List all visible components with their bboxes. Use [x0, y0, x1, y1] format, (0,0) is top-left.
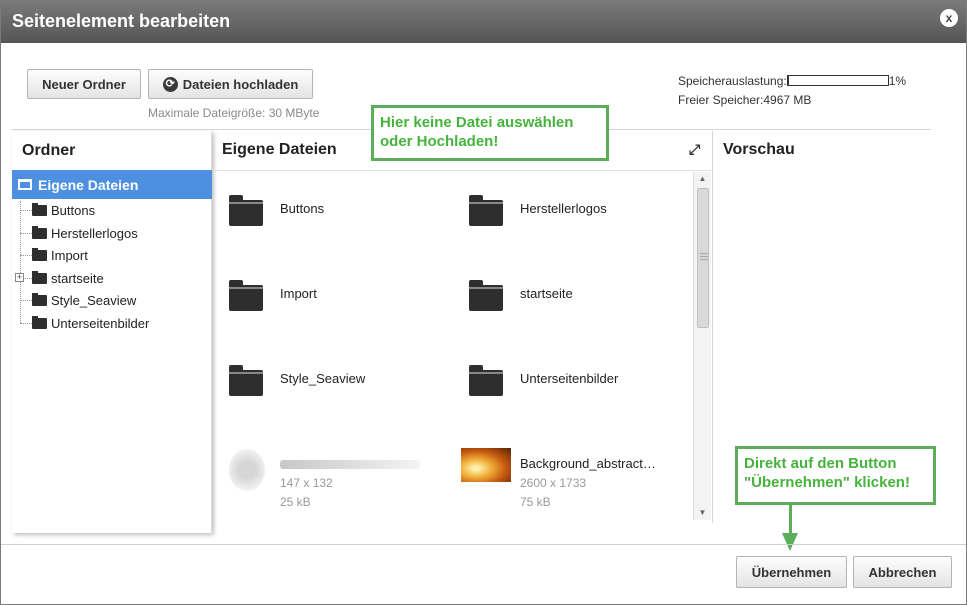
- storage-usage-fill: [787, 76, 789, 85]
- file-grid: Buttons Herstellerlogos Import startseit…: [215, 172, 693, 520]
- folder-icon: [32, 247, 47, 261]
- annotation-arrow-down-icon: [782, 533, 798, 551]
- file-size: 25 kB: [280, 495, 311, 509]
- main-header-divider: [215, 170, 711, 171]
- annotation-line: oder Hochladen!: [380, 133, 499, 150]
- cancel-button[interactable]: Abbrechen: [853, 556, 952, 588]
- upload-refresh-icon: ⟳: [162, 76, 178, 92]
- upload-files-label: Dateien hochladen: [182, 76, 299, 92]
- annotation-line: Direkt auf den Button: [744, 455, 897, 472]
- folder-icon: [32, 315, 47, 329]
- file-manager-dialog: Seitenelement bearbeiten x Neuer Ordner …: [0, 0, 967, 605]
- folder-item-import[interactable]: Import: [215, 257, 445, 327]
- folder-name: Buttons: [280, 201, 325, 216]
- file-dimensions: 147 x 132: [280, 476, 333, 490]
- tree-root-eigene-dateien[interactable]: Eigene Dateien: [12, 170, 212, 199]
- blurred-file-name: [280, 460, 420, 469]
- upload-files-button[interactable]: ⟳ Dateien hochladen: [148, 69, 313, 99]
- annotation-top-note: Hier keine Datei auswählen oder Hochlade…: [371, 105, 609, 161]
- folder-item-startseite[interactable]: startseite: [455, 257, 685, 327]
- folder-icon: [32, 270, 47, 284]
- preview-divider: [712, 131, 713, 523]
- folder-item-buttons[interactable]: Buttons: [215, 172, 445, 242]
- sidebar-item-startseite[interactable]: + startseite: [15, 268, 104, 288]
- dialog-titlebar: Seitenelement bearbeiten x: [1, 1, 966, 43]
- image-thumbnail: [229, 449, 265, 491]
- file-item-background-abstract[interactable]: Background_abstract… 2600 x 1733 75 kB: [455, 427, 685, 517]
- free-storage-label: Freier Speicher:: [678, 92, 764, 107]
- annotation-bottom-note: Direkt auf den Button "Übernehmen" klick…: [735, 446, 936, 505]
- new-folder-button[interactable]: Neuer Ordner: [27, 69, 141, 99]
- sidebar-item-unterseitenbilder[interactable]: Unterseitenbilder: [20, 313, 149, 333]
- main-heading: Eigene Dateien: [222, 141, 337, 158]
- sidebar-heading: Ordner: [22, 142, 76, 159]
- sidebar-item-label: Import: [51, 247, 88, 263]
- sidebar-item-style-seaview[interactable]: Style_Seaview: [20, 290, 136, 310]
- storage-usage-bar: [786, 75, 889, 86]
- sidebar-item-label: Unterseitenbilder: [51, 315, 150, 331]
- scrollbar-thumb[interactable]: — — —: [697, 188, 709, 328]
- folder-icon: [229, 195, 263, 226]
- folder-icon: [229, 365, 263, 396]
- storage-info: Speicherauslastung: 1% Freier Speicher: …: [678, 71, 906, 109]
- folder-name: Style_Seaview: [280, 371, 366, 386]
- folder-icon: [469, 280, 503, 311]
- sidebar-item-herstellerlogos[interactable]: Herstellerlogos: [20, 223, 138, 243]
- apply-button-label: Übernehmen: [751, 564, 832, 580]
- sidebar-item-import[interactable]: Import: [20, 245, 88, 265]
- storage-usage-label: Speicherauslastung:: [678, 73, 787, 88]
- close-button[interactable]: x: [940, 9, 958, 27]
- folder-name: Import: [280, 286, 317, 301]
- folder-name: startseite: [520, 286, 573, 301]
- folder-item-style-seaview[interactable]: Style_Seaview: [215, 342, 445, 412]
- sidebar-item-label: Buttons: [51, 202, 96, 218]
- sidebar-item-label: Herstellerlogos: [51, 225, 138, 241]
- annotation-line: "Übernehmen" klicken!: [744, 474, 910, 491]
- file-dimensions: 2600 x 1733: [520, 476, 587, 490]
- cancel-button-label: Abbrechen: [868, 564, 937, 580]
- image-thumbnail: [461, 448, 511, 482]
- folder-name: Unterseitenbilder: [520, 371, 619, 386]
- dialog-title: Seitenelement bearbeiten: [12, 11, 231, 31]
- folder-name: Herstellerlogos: [520, 201, 607, 216]
- max-file-size-text: Maximale Dateigröße: 30 MByte: [148, 106, 320, 120]
- folder-icon: [469, 365, 503, 396]
- apply-button[interactable]: Übernehmen: [736, 556, 847, 588]
- grip-icon: — — —: [700, 249, 708, 264]
- folder-item-unterseitenbilder[interactable]: Unterseitenbilder: [455, 342, 685, 412]
- scroll-down-arrow-icon[interactable]: ▼: [694, 506, 711, 520]
- folder-icon: [229, 280, 263, 311]
- scroll-up-arrow-icon[interactable]: ▲: [694, 172, 711, 186]
- expand-toggle-icon[interactable]: +: [15, 273, 24, 282]
- folder-icon: [32, 202, 47, 216]
- annotation-line: Hier keine Datei auswählen: [380, 114, 574, 131]
- new-folder-label: Neuer Ordner: [42, 76, 126, 92]
- file-size: 75 kB: [520, 495, 551, 509]
- footer-divider: [1, 544, 966, 545]
- annotation-arrow-shaft: [789, 505, 792, 535]
- sidebar-item-label: Style_Seaview: [51, 292, 137, 308]
- free-storage-value: 4967 MB: [763, 92, 812, 107]
- sidebar-item-label: startseite: [51, 270, 104, 286]
- storage-usage-percent: 1%: [888, 73, 907, 88]
- file-grid-scrollbar[interactable]: ▲ — — — ▼: [693, 172, 711, 520]
- folder-icon: [32, 225, 47, 239]
- preview-heading: Vorschau: [723, 141, 795, 158]
- root-folder-icon: [18, 179, 32, 190]
- file-item-blurred[interactable]: 147 x 132 25 kB: [215, 427, 445, 517]
- expand-icon[interactable]: ⤢: [689, 141, 700, 158]
- tree-root-label: Eigene Dateien: [38, 176, 139, 193]
- folder-item-herstellerlogos[interactable]: Herstellerlogos: [455, 172, 685, 242]
- folder-sidebar: Ordner Eigene Dateien Buttons Hersteller…: [12, 131, 212, 533]
- folder-icon: [32, 292, 47, 306]
- folder-icon: [469, 195, 503, 226]
- sidebar-item-buttons[interactable]: Buttons: [20, 200, 95, 220]
- file-name: Background_abstract…: [520, 456, 656, 471]
